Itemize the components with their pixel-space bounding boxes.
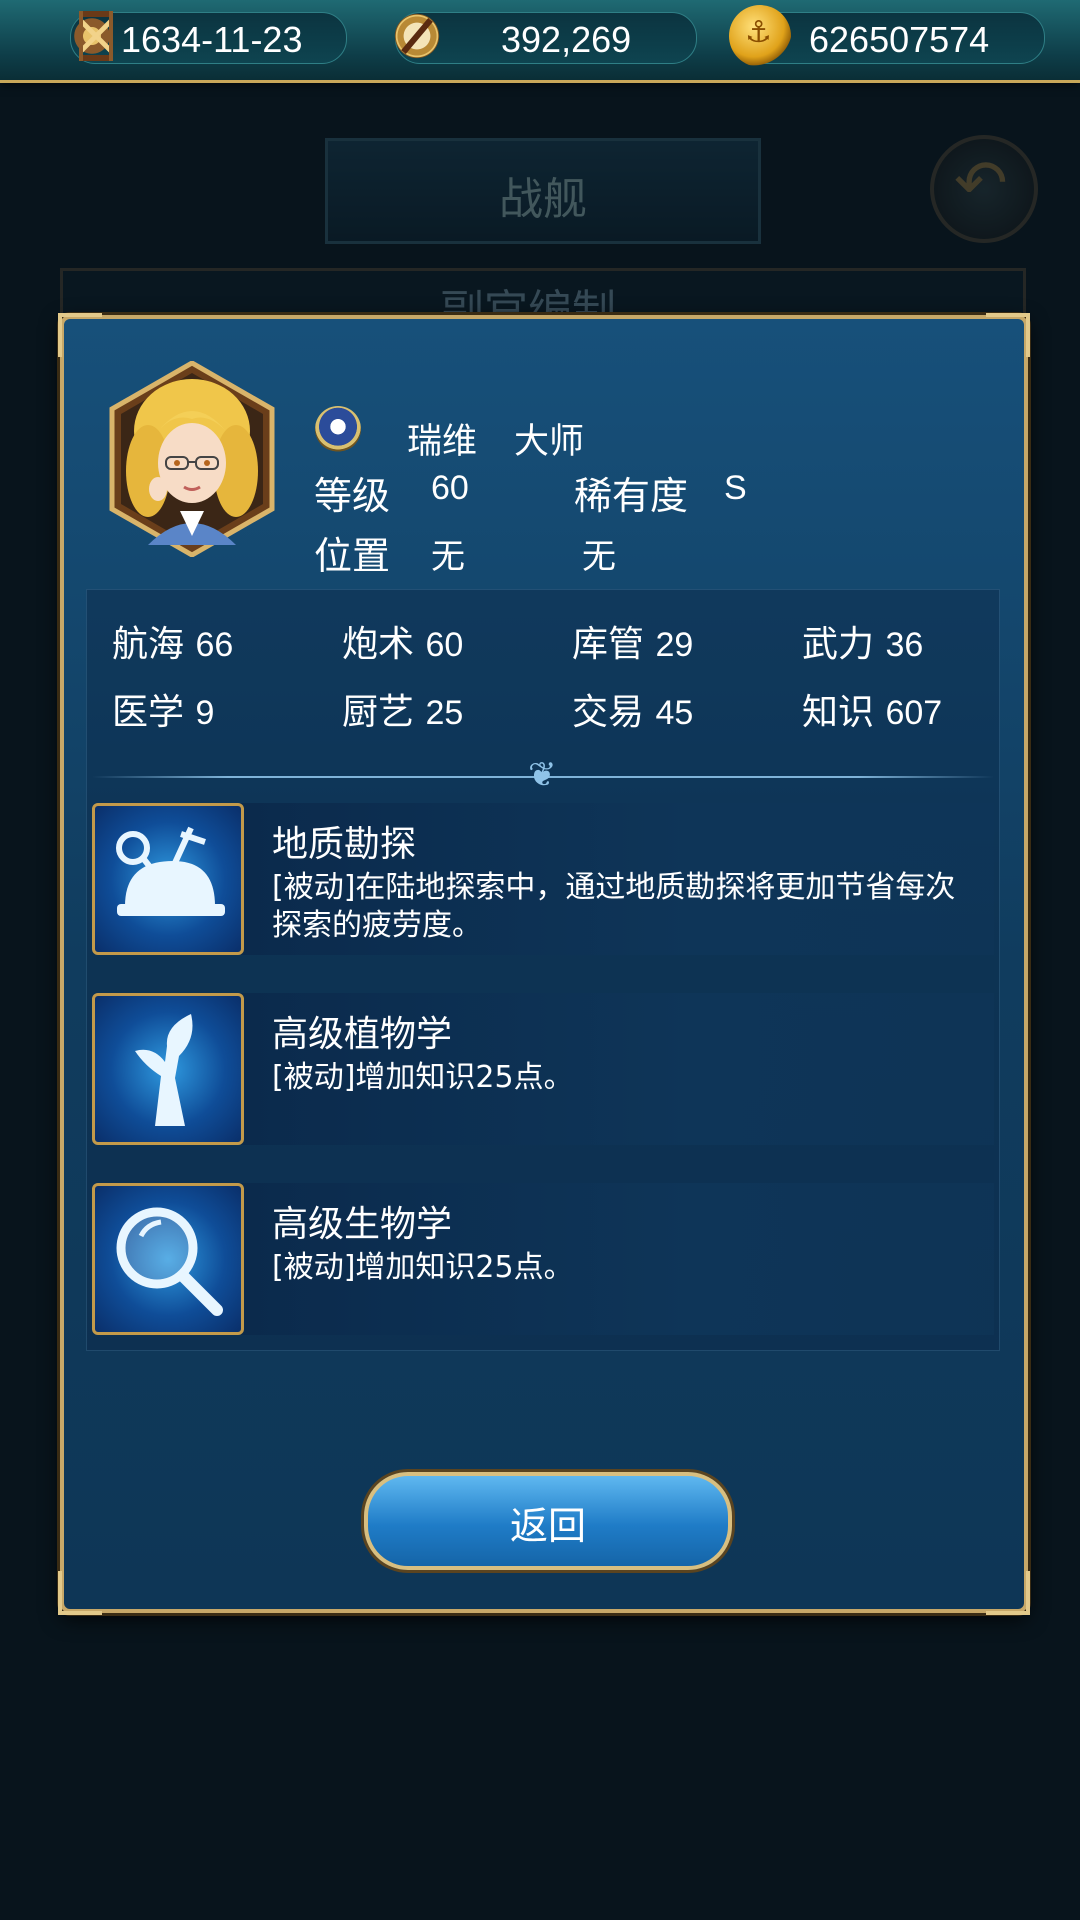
stat-force: 武力 36 <box>802 615 923 667</box>
officer-name: 瑞维 <box>407 422 478 462</box>
compass-icon <box>386 5 448 67</box>
stat-knowledge: 知识 607 <box>802 683 942 735</box>
position-value: 无 <box>431 537 465 577</box>
skill-title: 地质勘探 <box>272 824 417 865</box>
stat-trade: 交易 45 <box>572 683 693 735</box>
stat-label: 武力 <box>802 624 875 665</box>
corner-ornament <box>986 1571 1030 1615</box>
corner-ornament <box>986 313 1030 357</box>
stat-value: 25 <box>425 694 464 732</box>
rarity-value: S <box>724 469 747 507</box>
back-arrow-icon <box>930 135 1038 243</box>
date-display: 1634-11-23 <box>61 5 347 67</box>
geology-helmet-icon <box>92 803 244 955</box>
plant-icon <box>92 993 244 1145</box>
gold-coin-icon <box>729 5 791 67</box>
stat-label: 知识 <box>802 692 875 733</box>
warship-banner: 战舰 <box>325 138 761 244</box>
skill-title: 高级植物学 <box>272 1014 453 1055</box>
stat-label: 交易 <box>572 692 645 733</box>
back-button[interactable]: 返回 <box>364 1472 732 1570</box>
stat-value: 607 <box>885 694 943 732</box>
magnifier-icon <box>92 1183 244 1335</box>
skill-title: 高级生物学 <box>272 1204 453 1245</box>
stat-label: 医学 <box>112 692 185 733</box>
position-label: 位置 <box>314 534 391 578</box>
stat-storage: 库管 29 <box>572 615 693 667</box>
stat-value: 45 <box>655 694 694 732</box>
stat-navigation: 航海 66 <box>112 615 233 667</box>
stat-label: 炮术 <box>342 624 415 665</box>
level-label: 等级 <box>314 474 391 518</box>
warship-title: 战舰 <box>499 174 587 225</box>
stat-value: 9 <box>195 694 215 732</box>
stat-medicine: 医学 9 <box>112 683 214 735</box>
skill-geology[interactable]: 地质勘探 [被动]在陆地探索中，通过地质勘探将更加节省每次探索的疲劳度。 <box>92 803 994 955</box>
corner-ornament <box>58 1571 102 1615</box>
stat-value: 29 <box>655 626 694 664</box>
skill-description: [被动]增加知识25点。 <box>272 1060 574 1095</box>
stat-label: 航海 <box>112 624 185 665</box>
stat-label: 库管 <box>572 624 645 665</box>
corner-ornament <box>58 313 102 357</box>
date-value: 1634-11-23 <box>121 19 303 60</box>
level-value: 60 <box>431 469 469 507</box>
stat-value: 66 <box>195 626 234 664</box>
compass-value: 392,269 <box>501 19 632 60</box>
skill-botany[interactable]: 高级植物学 [被动]增加知识25点。 <box>92 993 994 1145</box>
resource-bar: 1634-11-23 392,269 626507574 <box>0 0 1080 83</box>
back-button-label: 返回 <box>509 1504 586 1548</box>
stat-label: 厨艺 <box>342 692 415 733</box>
gold-value: 626507574 <box>809 19 990 60</box>
ornament-divider <box>92 755 994 795</box>
officer-rank: 大师 <box>514 422 585 462</box>
gold-resource[interactable]: 626507574 <box>729 5 1045 67</box>
nation-flag-icon <box>315 406 361 452</box>
skill-biology[interactable]: 高级生物学 [被动]增加知识25点。 <box>92 1183 994 1335</box>
officer-portrait <box>108 360 276 558</box>
hourglass-icon <box>61 5 123 67</box>
stat-value: 36 <box>885 626 924 664</box>
stat-cooking: 厨艺 25 <box>342 683 463 735</box>
stat-gunnery: 炮术 60 <box>342 615 463 667</box>
rarity-label: 稀有度 <box>574 474 689 518</box>
officer-detail-dialog: 瑞维 大师 等级 60 稀有度 S 位置 无 无 航海 66 炮术 60 库管 … <box>58 313 1030 1615</box>
skill-description: [被动]增加知识25点。 <box>272 1250 574 1285</box>
stat-value: 60 <box>425 626 464 664</box>
skill-description: [被动]在陆地探索中，通过地质勘探将更加节省每次探索的疲劳度。 <box>272 870 956 943</box>
compass-resource[interactable]: 392,269 <box>386 5 697 67</box>
position-value-2: 无 <box>582 537 616 577</box>
